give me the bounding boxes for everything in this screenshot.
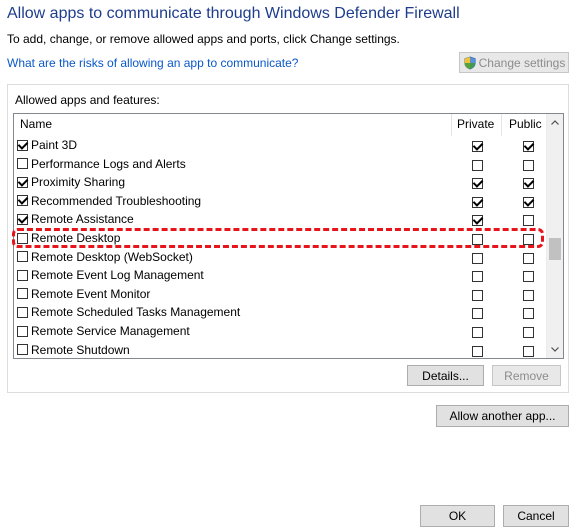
row-name-cell: Remote Desktop (WebSocket) [17,250,193,264]
table-row[interactable]: Remote Scheduled Tasks Management [14,304,547,323]
allow-another-app-button[interactable]: Allow another app... [436,405,569,427]
app-name-label: Remote Shutdown [31,342,130,357]
column-header-public[interactable]: Public [509,117,542,131]
app-enabled-checkbox[interactable] [17,176,28,188]
ok-button[interactable]: OK [420,505,495,527]
public-checkbox[interactable] [523,178,534,190]
app-name-label: Remote Desktop (WebSocket) [31,249,193,264]
private-checkbox[interactable] [472,271,483,283]
private-checkbox[interactable] [472,215,483,227]
private-checkbox[interactable] [472,289,483,301]
app-enabled-checkbox[interactable] [17,269,28,281]
app-name-label: Remote Assistance [31,212,134,227]
chevron-down-icon [551,347,559,352]
instructions-text: To add, change, or remove allowed apps a… [7,32,400,46]
row-name-cell: Remote Event Log Management [17,268,204,282]
table-row[interactable]: Remote Shutdown [14,342,547,358]
app-name-label: Remote Scheduled Tasks Management [31,305,241,320]
change-settings-label: Change settings [478,55,566,70]
public-checkbox[interactable] [523,271,534,283]
column-header-name[interactable]: Name [20,117,52,131]
public-checkbox[interactable] [523,327,534,338]
private-checkbox[interactable] [472,178,483,190]
table-row[interactable]: Recommended Troubleshooting [14,193,547,212]
shield-icon [464,56,476,69]
scroll-thumb[interactable] [549,238,561,260]
scroll-down-button[interactable] [547,341,563,358]
row-name-cell: Remote Event Monitor [17,287,150,301]
app-name-label: Paint 3D [31,138,78,152]
table-row[interactable]: Remote Desktop (WebSocket) [14,249,547,268]
app-enabled-checkbox[interactable] [17,306,28,318]
app-name-label: Remote Event Monitor [31,286,151,301]
app-enabled-checkbox[interactable] [17,232,28,244]
remove-button[interactable]: Remove [492,365,561,386]
public-checkbox[interactable] [523,159,534,171]
risks-link[interactable]: What are the risks of allowing an app to… [7,56,298,70]
table-row[interactable]: Remote Event Monitor [14,286,547,305]
app-enabled-checkbox[interactable] [17,213,28,225]
row-name-cell: Paint 3D [17,138,77,152]
private-checkbox[interactable] [472,327,483,338]
column-divider[interactable] [501,114,502,136]
scroll-up-button[interactable] [547,114,563,131]
row-name-cell: Recommended Troubleshooting [17,194,201,208]
table-row[interactable]: Remote Assistance [14,211,547,230]
table-row[interactable]: Remote Event Log Management [14,267,547,286]
allowed-apps-group: Allowed apps and features: Name Private … [7,84,569,393]
public-checkbox[interactable] [523,252,534,264]
private-checkbox[interactable] [472,141,483,152]
page-title: Allow apps to communicate through Window… [7,5,460,22]
chevron-up-icon [551,120,559,125]
app-name-label: Recommended Troubleshooting [31,193,202,208]
change-settings-button[interactable]: Change settings [459,52,569,73]
row-name-cell: Remote Service Management [17,324,190,338]
cancel-button[interactable]: Cancel [503,505,569,527]
public-checkbox[interactable] [523,308,534,320]
private-checkbox[interactable] [472,345,483,357]
table-row[interactable]: Paint 3D [14,137,547,156]
app-name-label: Proximity Sharing [31,175,126,190]
row-name-cell: Performance Logs and Alerts [17,157,186,171]
allowed-apps-list[interactable]: Name Private Public Paint 3D Performance … [13,113,564,359]
row-name-cell: Proximity Sharing [17,175,125,189]
app-enabled-checkbox[interactable] [17,288,28,300]
table-row[interactable]: Performance Logs and Alerts [14,156,547,175]
private-checkbox[interactable] [472,234,483,245]
row-name-cell: Remote Shutdown [17,343,130,357]
allowed-apps-label: Allowed apps and features: [15,93,160,107]
app-name-label: Remote Service Management [31,324,190,338]
public-checkbox[interactable] [523,234,534,245]
app-enabled-checkbox[interactable] [17,158,28,170]
public-checkbox[interactable] [523,215,534,227]
row-name-cell: Remote Desktop [17,231,120,245]
column-divider[interactable] [451,114,452,136]
table-row[interactable]: Proximity Sharing [14,174,547,193]
app-name-label: Remote Desktop [31,231,121,245]
app-name-label: Remote Event Log Management [31,268,204,283]
app-enabled-checkbox[interactable] [17,195,28,207]
list-header: Name Private Public [14,114,547,136]
column-header-private[interactable]: Private [457,117,494,131]
app-enabled-checkbox[interactable] [17,139,28,151]
table-row[interactable]: Remote Desktop [14,230,547,249]
row-name-cell: Remote Scheduled Tasks Management [17,305,240,319]
app-enabled-checkbox[interactable] [17,251,28,263]
public-checkbox[interactable] [523,141,534,152]
private-checkbox[interactable] [472,252,483,264]
public-checkbox[interactable] [523,196,534,208]
private-checkbox[interactable] [472,159,483,171]
app-enabled-checkbox[interactable] [17,325,28,337]
private-checkbox[interactable] [472,196,483,208]
app-name-label: Performance Logs and Alerts [31,156,186,171]
public-checkbox[interactable] [523,345,534,357]
table-row[interactable]: Remote Service Management [14,323,547,342]
private-checkbox[interactable] [472,308,483,320]
row-name-cell: Remote Assistance [17,212,134,226]
details-button[interactable]: Details... [407,365,484,386]
public-checkbox[interactable] [523,289,534,301]
app-enabled-checkbox[interactable] [17,344,28,356]
vertical-scrollbar[interactable] [546,114,563,358]
